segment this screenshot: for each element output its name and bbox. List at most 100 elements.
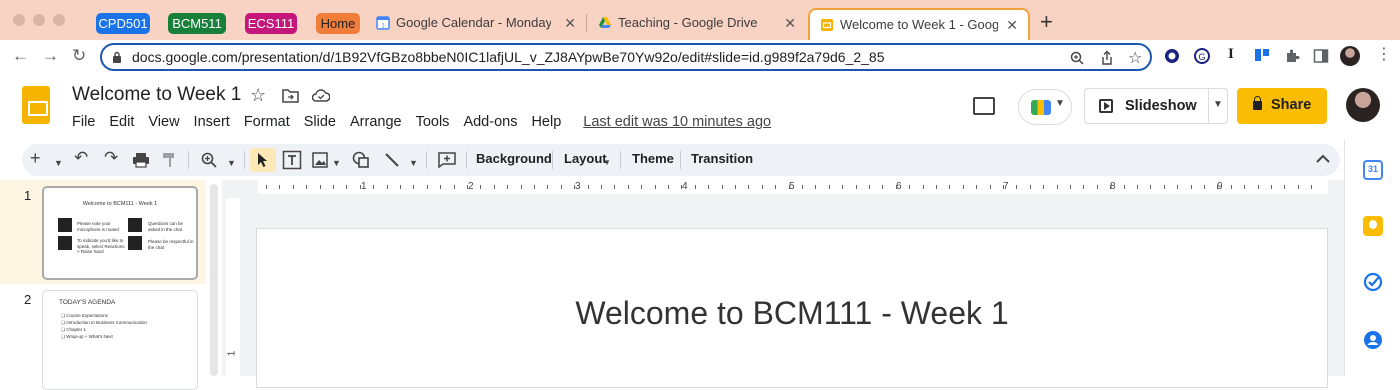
tab-group-bcm511[interactable]: BCM511 [168, 13, 226, 34]
add-comment-icon[interactable] [438, 152, 456, 168]
filmstrip-scrollbar[interactable] [210, 184, 218, 376]
thumbnail-text: To indicate you'd like to speak, select … [77, 238, 125, 254]
image-chevron-icon[interactable]: ▼ [332, 154, 341, 172]
tab-google-drive[interactable]: Teaching - Google Drive ✕ [588, 8, 806, 38]
contacts-icon[interactable] [1363, 330, 1383, 350]
extension-circle-icon[interactable] [1164, 48, 1180, 64]
thumbnail-text: ❏ Wrap-up + What's Next [61, 334, 113, 339]
cloud-saved-icon[interactable] [312, 89, 330, 102]
menu-slide[interactable]: Slide [304, 114, 336, 130]
star-icon[interactable]: ☆ [250, 85, 266, 106]
ruler-tick [735, 185, 736, 189]
tab-group-ecs111[interactable]: ECS111 [245, 13, 297, 34]
collapse-chevron-up-icon[interactable] [1316, 154, 1330, 164]
minimize-window-icon[interactable] [33, 14, 45, 26]
new-slide-plus-icon[interactable]: + [30, 149, 41, 167]
grammar-extension-icon[interactable]: G [1194, 48, 1210, 64]
theme-button[interactable]: Theme [632, 151, 674, 166]
menu-tools[interactable]: Tools [416, 114, 450, 130]
paint-format-icon[interactable] [162, 152, 178, 168]
redo-icon[interactable]: ↷ [104, 149, 118, 167]
back-icon[interactable]: ← [12, 46, 29, 66]
layout-button[interactable]: Layout [564, 151, 607, 166]
zoom-window-icon[interactable] [53, 14, 65, 26]
ruler-tick [896, 185, 897, 189]
share-label: Share [1271, 97, 1312, 113]
forward-icon[interactable]: → [42, 46, 59, 66]
tab-welcome-to-week-1[interactable]: Welcome to Week 1 - Google S ✕ [808, 8, 1030, 40]
close-window-icon[interactable] [13, 14, 25, 26]
menu-insert[interactable]: Insert [194, 114, 230, 130]
zoom-icon[interactable] [1070, 51, 1084, 65]
text-box-icon[interactable] [282, 150, 302, 170]
calendar-icon[interactable]: 31 [1363, 160, 1383, 180]
slides-logo-icon[interactable] [22, 86, 50, 124]
text-extension-icon[interactable]: I [1228, 46, 1234, 63]
reload-icon[interactable]: ↻ [72, 46, 86, 66]
play-icon [1099, 99, 1113, 113]
ruler-tick [1258, 185, 1259, 189]
document-title[interactable]: Welcome to Week 1 [72, 84, 241, 106]
new-slide-chevron-icon[interactable]: ▼ [54, 154, 63, 172]
calendar-icon: 1 [376, 16, 390, 30]
meet-button[interactable]: ▼ [1018, 89, 1072, 125]
vertical-ruler[interactable]: 1 [226, 198, 240, 376]
line-tool-icon[interactable] [384, 152, 400, 168]
account-avatar[interactable] [1346, 88, 1380, 122]
ruler-tick [614, 185, 615, 189]
address-bar[interactable]: docs.google.com/presentation/d/1B92VfGBz… [100, 43, 1152, 71]
lock-icon[interactable] [112, 51, 122, 63]
zoom-icon[interactable] [201, 152, 217, 168]
tasks-icon[interactable] [1363, 272, 1383, 292]
thumbnail-text: Please be respectful in the chat [148, 239, 194, 250]
menu-arrange[interactable]: Arrange [350, 114, 402, 130]
menu-add-ons[interactable]: Add-ons [463, 114, 517, 130]
slide-thumbnail-1[interactable]: Welcome to BCM111 - Week 1 Please note y… [42, 186, 198, 280]
url-text[interactable]: docs.google.com/presentation/d/1B92VfGBz… [132, 49, 885, 65]
slide-canvas[interactable]: Welcome to BCM111 - Week 1 [256, 228, 1328, 388]
tab-title: Teaching - Google Drive [618, 15, 758, 30]
menu-file[interactable]: File [72, 114, 95, 130]
last-edit-link[interactable]: Last edit was 10 minutes ago [583, 114, 771, 130]
share-button[interactable]: Share [1237, 88, 1327, 124]
horizontal-ruler[interactable]: 1 2 3 4 5 6 7 8 9 [258, 180, 1328, 194]
more-options-icon[interactable]: ⋮ [1376, 44, 1392, 64]
select-tool-button[interactable] [250, 148, 276, 172]
tab-group-home[interactable]: Home [316, 13, 360, 34]
shape-icon[interactable] [352, 151, 370, 169]
browser-profile-avatar[interactable] [1340, 46, 1360, 66]
menu-format[interactable]: Format [244, 114, 290, 130]
bookmark-star-icon[interactable]: ☆ [1128, 48, 1142, 68]
background-button[interactable]: Background [476, 151, 552, 166]
ruler-tick [480, 185, 481, 189]
print-icon[interactable] [132, 152, 150, 168]
divider [1208, 89, 1209, 123]
tab-google-calendar[interactable]: 1 Google Calendar - Monday, Se ✕ [366, 8, 586, 38]
extensions-puzzle-icon[interactable] [1284, 48, 1300, 64]
keep-icon[interactable] [1363, 216, 1383, 236]
trello-extension-icon[interactable] [1254, 48, 1270, 64]
insert-image-icon[interactable] [312, 152, 328, 168]
menu-help[interactable]: Help [531, 114, 561, 130]
new-tab-button[interactable]: + [1040, 11, 1053, 33]
transition-button[interactable]: Transition [691, 151, 753, 166]
line-chevron-icon[interactable]: ▼ [409, 154, 418, 172]
slide-thumbnail-2[interactable]: TODAY'S AGENDA ❏ Course Expectations ❏ I… [42, 290, 198, 390]
share-page-icon[interactable] [1100, 50, 1114, 66]
zoom-chevron-icon[interactable]: ▼ [227, 154, 236, 172]
move-folder-icon[interactable] [282, 88, 299, 103]
menu-view[interactable]: View [148, 114, 179, 130]
undo-icon[interactable]: ↶ [74, 149, 88, 167]
ruler-tick [1137, 185, 1138, 189]
close-tab-icon[interactable]: ✕ [1006, 10, 1018, 40]
slideshow-options-chevron-icon[interactable]: ▼ [1213, 99, 1223, 110]
close-tab-icon[interactable]: ✕ [564, 8, 576, 38]
tab-group-cpd501[interactable]: CPD501 [96, 13, 150, 34]
layout-chevron-icon[interactable]: ▼ [603, 154, 611, 172]
menu-edit[interactable]: Edit [109, 114, 134, 130]
comment-history-icon[interactable] [973, 97, 995, 115]
side-panel-icon[interactable] [1313, 48, 1329, 64]
close-tab-icon[interactable]: ✕ [784, 8, 796, 38]
slide-title-textbox[interactable]: Welcome to BCM111 - Week 1 [257, 295, 1327, 332]
slideshow-button[interactable]: Slideshow ▼ [1084, 88, 1228, 124]
